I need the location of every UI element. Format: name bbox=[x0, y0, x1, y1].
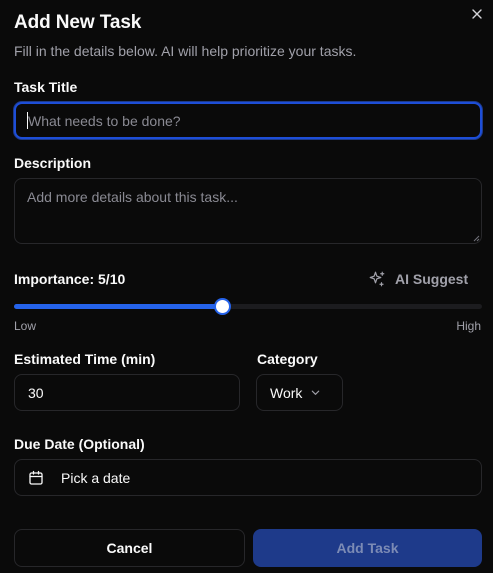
slider-thumb[interactable] bbox=[214, 298, 231, 315]
importance-high-label: High bbox=[456, 319, 481, 333]
importance-slider[interactable] bbox=[14, 297, 482, 317]
description-input[interactable] bbox=[14, 178, 482, 244]
importance-low-label: Low bbox=[14, 319, 37, 333]
dialog-title: Add New Task bbox=[14, 12, 142, 33]
task-title-label: Task Title bbox=[14, 79, 78, 95]
estimated-time-label: Estimated Time (min) bbox=[14, 351, 156, 367]
pick-date-button[interactable]: Pick a date bbox=[14, 459, 482, 496]
due-date-label: Due Date (Optional) bbox=[14, 436, 145, 452]
category-label: Category bbox=[257, 351, 318, 367]
add-task-dialog: Add New Task Fill in the details below. … bbox=[0, 0, 493, 573]
category-select[interactable]: Work bbox=[256, 374, 343, 411]
slider-fill bbox=[14, 304, 222, 309]
chevron-down-icon bbox=[312, 390, 320, 395]
estimated-time-input[interactable] bbox=[14, 374, 240, 411]
close-button[interactable] bbox=[469, 6, 485, 22]
text-caret bbox=[27, 112, 28, 129]
resize-handle-icon[interactable] bbox=[472, 234, 480, 242]
ai-suggest-label: AI Suggest bbox=[395, 271, 469, 287]
close-icon bbox=[472, 9, 482, 19]
importance-label: Importance: 5/10 bbox=[14, 271, 126, 287]
ai-suggest-button[interactable]: AI Suggest bbox=[368, 268, 468, 290]
add-task-button[interactable]: Add Task bbox=[253, 529, 482, 567]
dialog-subtitle: Fill in the details below. AI will help … bbox=[14, 43, 357, 59]
calendar-icon bbox=[29, 470, 43, 485]
pick-date-label: Pick a date bbox=[61, 469, 131, 486]
description-label: Description bbox=[14, 155, 92, 171]
cancel-button[interactable]: Cancel bbox=[14, 529, 245, 567]
category-value: Work bbox=[270, 384, 303, 401]
task-title-input[interactable] bbox=[14, 102, 482, 139]
sparkles-icon bbox=[369, 271, 385, 287]
